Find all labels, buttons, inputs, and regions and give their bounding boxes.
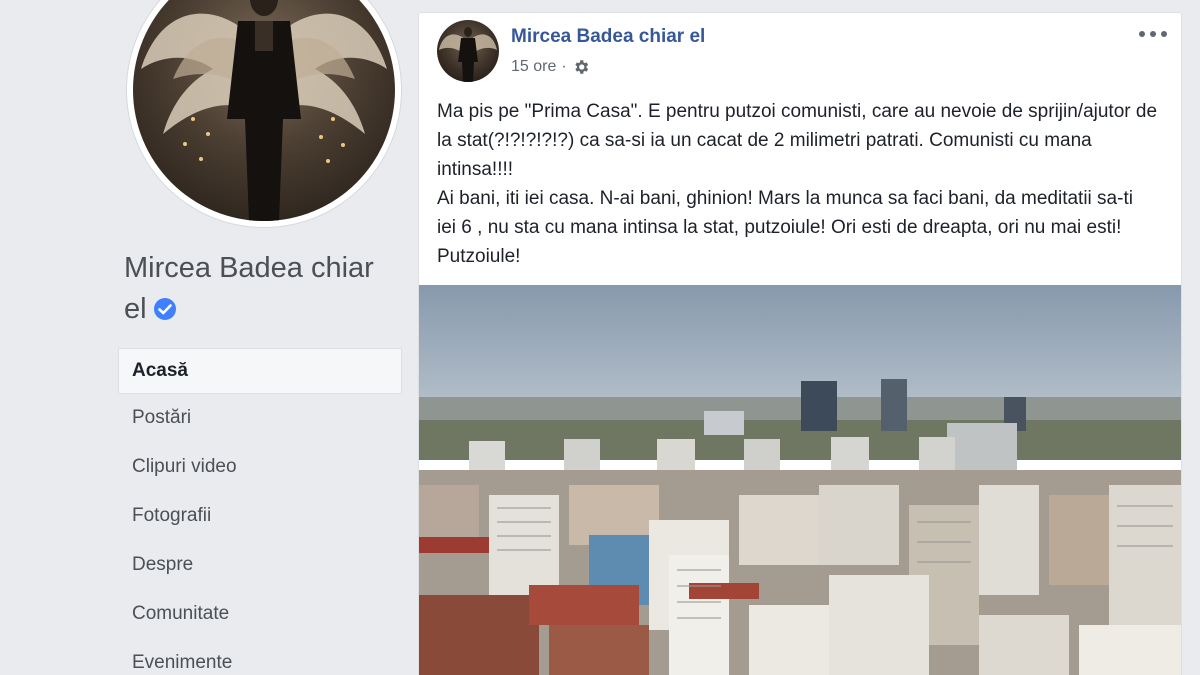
more-options-icon[interactable] bbox=[1139, 24, 1167, 44]
post-text: Ma pis pe "Prima Casa". E pentru putzoi … bbox=[437, 101, 1158, 267]
meta-separator: · bbox=[561, 58, 567, 75]
page-title: Mircea Badea chiar el bbox=[124, 248, 404, 330]
city-skyline-photo[interactable] bbox=[419, 285, 1181, 675]
author-avatar-art bbox=[439, 27, 497, 82]
post-header: Mircea Badea chiar el 15 ore · bbox=[419, 13, 1181, 93]
city-photo-art bbox=[419, 285, 1181, 675]
gear-icon[interactable] bbox=[572, 58, 590, 76]
nav-item-fotografii[interactable]: Fotografii bbox=[118, 492, 402, 541]
profile-photo-art bbox=[141, 0, 387, 221]
profile-picture[interactable] bbox=[127, 0, 401, 227]
nav-item-postari[interactable]: Postări bbox=[118, 394, 402, 443]
verified-badge-icon bbox=[153, 298, 176, 320]
post-author-link[interactable]: Mircea Badea chiar el bbox=[511, 26, 705, 48]
author-avatar[interactable] bbox=[437, 20, 499, 82]
nav-item-clipuri-video[interactable]: Clipuri video bbox=[118, 443, 402, 492]
post-card: Mircea Badea chiar el 15 ore · Ma pis pe… bbox=[418, 12, 1182, 675]
post-meta: 15 ore · bbox=[511, 58, 590, 76]
nav-item-evenimente[interactable]: Evenimente bbox=[118, 639, 402, 675]
page-navigation: Acasă Postări Clipuri video Fotografii D… bbox=[118, 348, 402, 675]
left-column: Mircea Badea chiar el Acasă Postări Clip… bbox=[0, 0, 418, 675]
nav-item-acasa[interactable]: Acasă bbox=[118, 348, 402, 394]
nav-item-despre[interactable]: Despre bbox=[118, 541, 402, 590]
nav-item-comunitate[interactable]: Comunitate bbox=[118, 590, 402, 639]
profile-photo bbox=[133, 0, 395, 221]
post-timestamp[interactable]: 15 ore bbox=[511, 58, 556, 76]
